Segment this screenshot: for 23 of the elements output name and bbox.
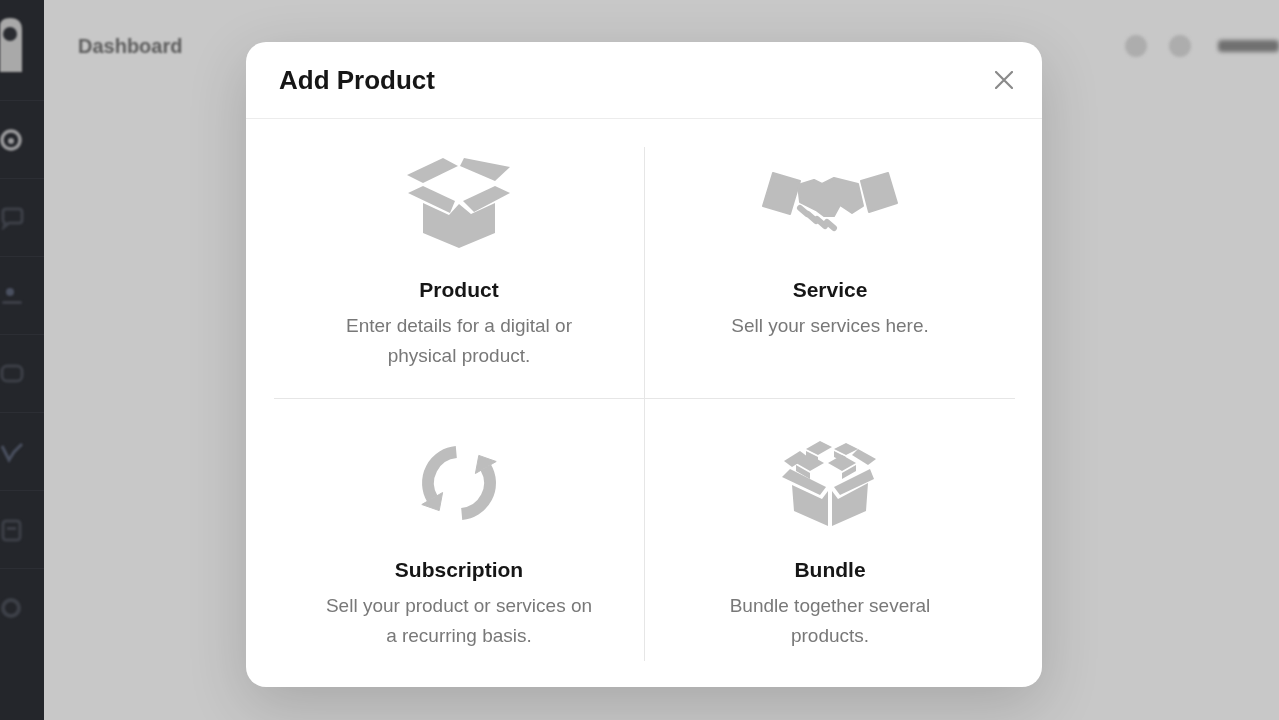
option-description: Sell your product or services on a recurring basis. xyxy=(324,594,594,648)
close-icon xyxy=(995,71,1013,89)
bubble-icon[interactable] xyxy=(0,205,24,230)
gauge-icon[interactable] xyxy=(0,127,24,152)
option-title[interactable]: Subscription xyxy=(394,556,524,584)
page-title: Dashboard xyxy=(78,34,183,58)
option-description: Enter details for a digital or physical product. xyxy=(345,314,573,368)
dialog-title: Add Product xyxy=(279,64,435,96)
blurred-label xyxy=(1218,40,1279,52)
option-description: Sell your services here. xyxy=(731,314,929,338)
logo-icon[interactable] xyxy=(0,18,24,72)
boxes-icon xyxy=(782,439,878,527)
option-title[interactable]: Service xyxy=(792,276,868,304)
option-title[interactable]: Product xyxy=(419,276,499,304)
open-box-icon xyxy=(407,157,511,249)
header-icon[interactable] xyxy=(1169,35,1191,57)
clipboard-icon[interactable] xyxy=(0,517,24,542)
gear-icon[interactable] xyxy=(0,595,24,620)
circular-arrows-icon xyxy=(418,443,500,523)
option-title[interactable]: Bundle xyxy=(794,556,866,584)
handshake-icon xyxy=(761,172,899,234)
header-icon[interactable] xyxy=(1125,35,1147,57)
option-description: Bundle together several products. xyxy=(728,594,932,648)
